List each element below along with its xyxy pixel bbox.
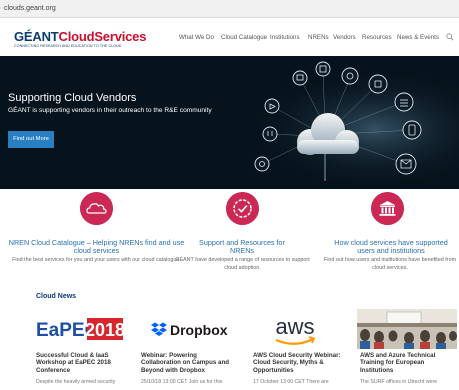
hero-subtitle: GÉANT is supporting vendors in their out… [8,107,212,114]
feature-title-user-stories[interactable]: How cloud services have supported users … [327,239,455,255]
site-header: GÉANTCloudServices CONNECTING RESEARCH A… [0,18,459,56]
find-out-more-button[interactable]: Find out More [8,131,54,148]
aws-logo: aws [250,309,340,349]
news-title-eapec[interactable]: Successful Cloud & IaaS Workshop at EaPE… [36,352,128,374]
nav-nrens[interactable]: NRENs [308,34,329,41]
cloud-icon[interactable] [80,192,113,225]
cloud-network-illustration [0,56,459,189]
news-image-training-room[interactable] [357,309,457,349]
eapec-year-text: 2018 [85,320,124,340]
feature-title-support-resources[interactable]: Support and Resources for NRENs [188,239,296,255]
news-excerpt-eapec: Despite the heavily armed security [36,379,116,385]
news-excerpt-dropbox: 25/10/18 13:00 CET Join us for this [141,379,223,385]
logo-cloudservices-text: CloudServices [58,29,147,44]
training-room-photo [357,309,457,349]
nav-news-events[interactable]: News & Events [397,34,439,41]
logo-tagline: CONNECTING RESEARCH AND EDUCATION TO THE… [14,44,122,48]
nav-vendors[interactable]: Vendors [333,34,356,41]
dropbox-logo: Dropbox [140,309,230,349]
news-excerpt-aws-azure-training: The SURF offices in Utrecht were [360,379,438,385]
eapec-logo: EaPEC 2018 [34,309,124,349]
site-logo[interactable]: GÉANTCloudServices CONNECTING RESEARCH A… [14,30,146,48]
search-icon[interactable] [446,33,454,41]
nav-resources[interactable]: Resources [362,34,392,41]
feature-title-cloud-catalogue[interactable]: NREN Cloud Catalogue – Helping NRENs fin… [5,239,188,255]
feature-desc-user-stories: Find out how users and institutions have… [323,257,457,271]
feature-desc-support-resources: GÉANT have developed a range of resource… [175,257,310,271]
news-title-dropbox[interactable]: Webinar: Powering Collaboration on Campu… [141,352,233,374]
address-bar[interactable]: clouds.geant.org [0,0,459,18]
dropbox-logo-text: Dropbox [170,322,228,338]
cloud-news-heading: Cloud News [36,293,77,300]
url-text: clouds.geant.org [4,5,56,12]
news-image-dropbox[interactable]: Dropbox [140,309,230,349]
settings-badge-icon[interactable] [226,192,259,225]
aws-logo-text: aws [275,314,314,339]
news-title-aws[interactable]: AWS Cloud Security Webinar: Cloud Securi… [253,352,345,374]
feature-desc-cloud-catalogue: Find the best services for you and your … [12,257,181,263]
news-image-eapec[interactable]: EaPEC 2018 [34,309,124,349]
hero-banner: Supporting Cloud Vendors GÉANT is suppor… [0,56,459,189]
news-excerpt-aws: 17 October 13:00 CET There are [253,379,329,385]
institution-icon[interactable] [371,192,404,225]
logo-geant-text: GÉANT [14,29,59,44]
nav-what-we-do[interactable]: What We Do [179,34,214,41]
news-title-aws-azure-training[interactable]: AWS and Azure Technical Training for Eur… [360,352,456,374]
hero-title: Supporting Cloud Vendors [8,92,137,104]
news-image-aws[interactable]: aws [250,309,340,349]
nav-institutions[interactable]: Institutions [270,34,300,41]
nav-cloud-catalogue[interactable]: Cloud Catalogue [221,34,267,41]
